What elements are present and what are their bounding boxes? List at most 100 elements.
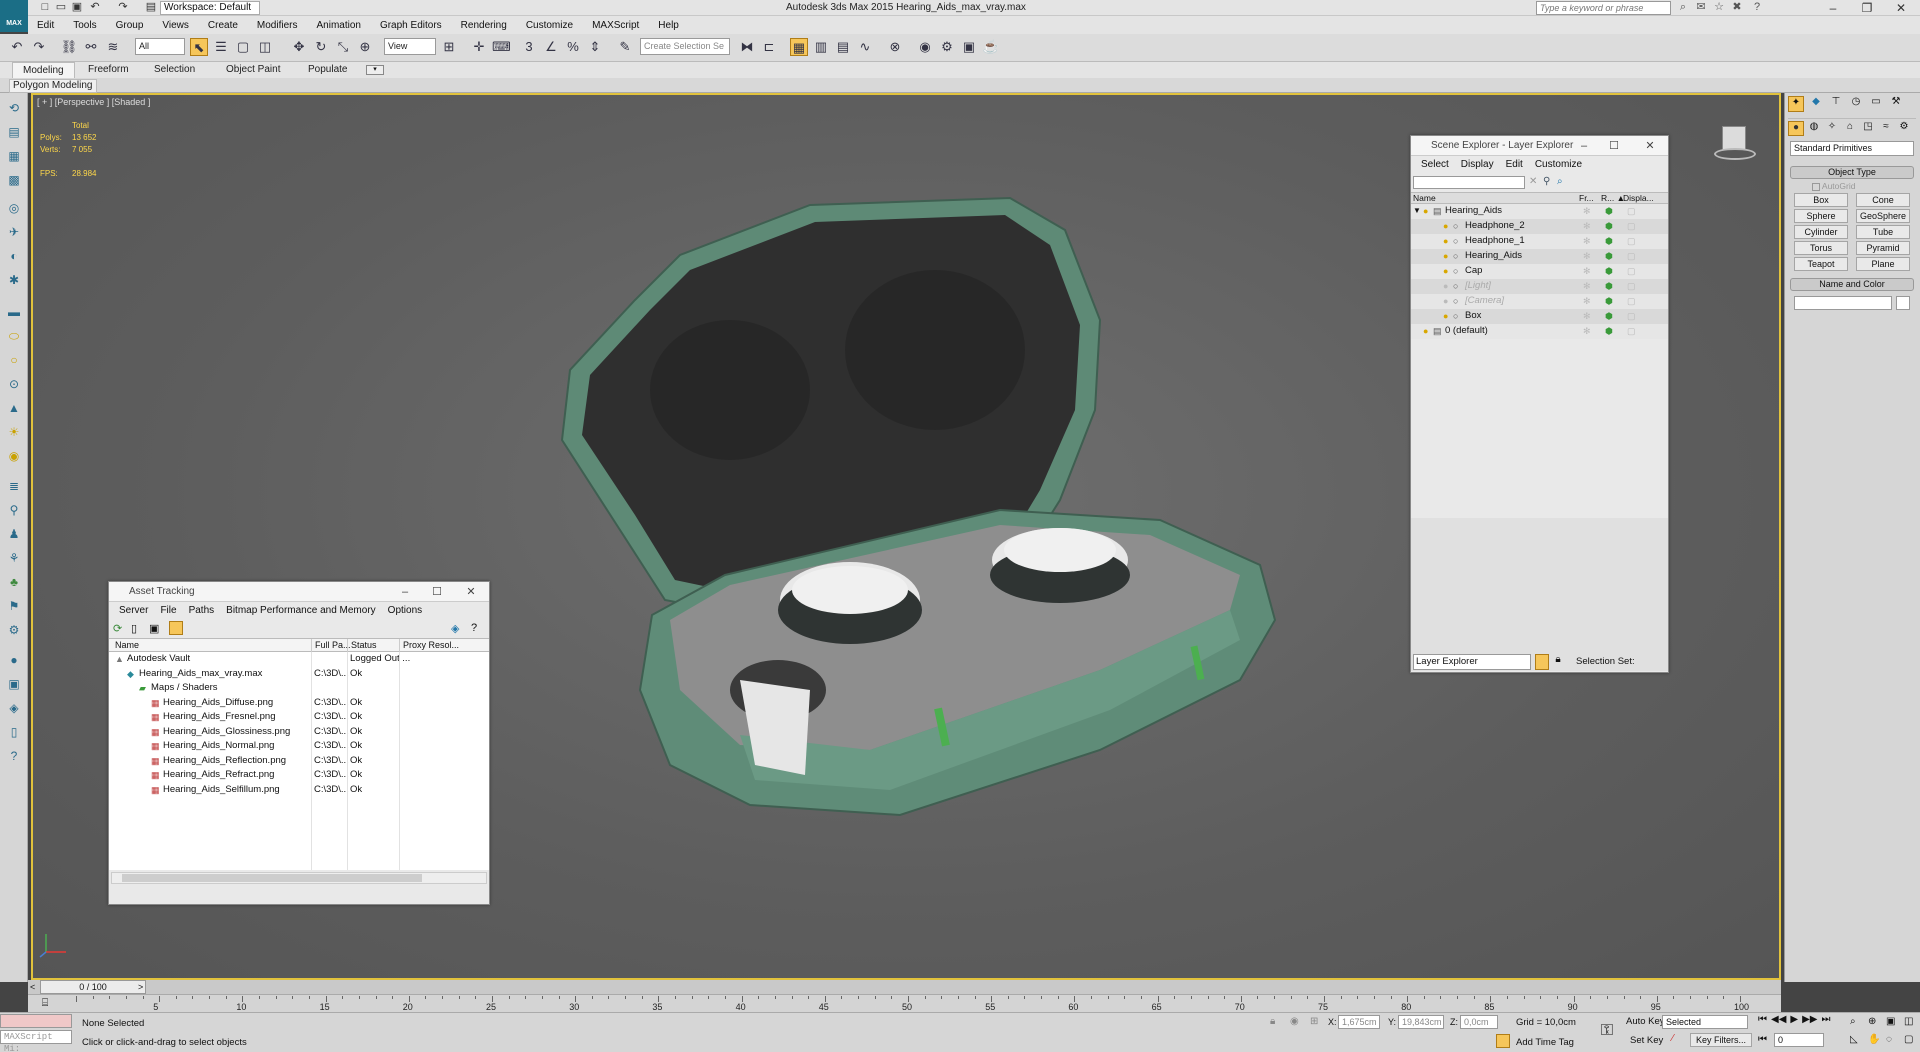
cameras-icon[interactable]: ⌂ (1842, 121, 1858, 136)
create-tab-icon[interactable]: ✦ (1788, 96, 1804, 112)
at-menu-bitmap-performance[interactable]: Bitmap Performance and Memory (220, 602, 382, 620)
menu-help[interactable]: Help (649, 20, 689, 31)
col-proxy-resolution[interactable]: Proxy Resol... (399, 639, 459, 652)
unlink-icon[interactable]: ⚯ (82, 38, 100, 56)
menu-customize[interactable]: Customize (517, 20, 583, 31)
ellipse-icon[interactable]: ⬭ (6, 328, 22, 344)
maximize-icon[interactable]: ☐ (1602, 136, 1626, 156)
workspace-dropdown[interactable]: Workspace: Default (160, 1, 260, 15)
select-object-icon[interactable]: ⬉ (190, 38, 208, 56)
motion-tab-icon[interactable]: ◷ (1848, 96, 1864, 112)
field-of-view-icon[interactable]: ◺ (1850, 1034, 1866, 1050)
scene-tree-row[interactable]: ● ○ Hearing_Aids ✻ ⬢ ▢ (1411, 249, 1668, 264)
filter-icon[interactable]: ⚲ (1543, 176, 1550, 187)
menu-edit[interactable]: Edit (28, 20, 64, 31)
freeze-icon[interactable]: ✻ (1583, 294, 1591, 309)
primitive-category-dropdown[interactable]: Standard Primitives (1790, 141, 1914, 156)
reference-coordinate-dropdown[interactable]: View (384, 38, 436, 55)
display-icon[interactable]: ▢ (1627, 279, 1636, 294)
redo-icon[interactable]: ↷ (30, 38, 48, 56)
freeze-icon[interactable]: ✻ (1583, 324, 1591, 339)
percent-snap-icon[interactable]: % (564, 38, 582, 56)
add-time-tag-button[interactable]: Add Time Tag (1516, 1037, 1574, 1048)
go-to-end-icon[interactable]: ⏭ (1821, 1014, 1830, 1030)
layer-manager-icon[interactable]: ▥ (812, 38, 830, 56)
viewport-label[interactable]: [ + ] [Perspective ] [Shaded ] (37, 97, 150, 107)
col-status[interactable]: Status (347, 639, 377, 652)
help-icon[interactable]: ? (1750, 1, 1764, 14)
asset-row[interactable]: ▦ Hearing_Aids_Diffuse.png C:\3D\... Ok (109, 696, 489, 711)
prev-frame-arrow[interactable]: < (30, 980, 38, 994)
helpers-icon[interactable]: ◳ (1860, 121, 1876, 136)
align-icon[interactable]: ⊏ (760, 38, 778, 56)
freeze-icon[interactable]: ✻ (1583, 219, 1591, 234)
zoom-icon[interactable]: ⌕ (1850, 1016, 1866, 1032)
menu-create[interactable]: Create (199, 20, 248, 31)
object-name-input[interactable] (1794, 296, 1892, 310)
selection-filter-dropdown[interactable]: All (135, 38, 185, 55)
menu-tools[interactable]: Tools (64, 20, 106, 31)
display-icon[interactable]: ▢ (1627, 234, 1636, 249)
freeze-icon[interactable]: ✻ (1583, 204, 1591, 219)
plane-icon[interactable]: ▬ (6, 304, 22, 320)
asset-row[interactable]: ▦ Hearing_Aids_Glossiness.png C:\3D\... Ok (109, 725, 489, 740)
schematic-view-icon[interactable]: ⊗ (886, 38, 904, 56)
time-slider-track[interactable] (28, 980, 1781, 994)
table-view-icon[interactable] (169, 621, 183, 635)
mirror-icon[interactable]: ⧓ (738, 38, 756, 56)
key-mode-toggle-icon[interactable]: ⏮ (1758, 1034, 1767, 1045)
ribbon-tab-selection[interactable]: Selection (144, 62, 205, 78)
asset-tracking-titlebar[interactable]: Asset Tracking – ☐ ✕ (109, 582, 489, 602)
col-display[interactable]: Displa... (1623, 193, 1654, 204)
col-render[interactable]: R... ▲ (1601, 193, 1625, 204)
plane-button[interactable]: Plane (1856, 257, 1910, 271)
autogrid-checkbox[interactable]: AutoGrid (1812, 181, 1855, 191)
time-tag-icon[interactable] (1496, 1034, 1510, 1048)
menu-rendering[interactable]: Rendering (452, 20, 517, 31)
freeze-icon[interactable]: ✻ (1583, 234, 1591, 249)
scene-tree-row[interactable]: ● ○ Headphone_2 ✻ ⬢ ▢ (1411, 219, 1668, 234)
display-icon[interactable]: ▢ (1627, 264, 1636, 279)
maxscript-listener-input[interactable] (0, 1014, 72, 1028)
display-icon[interactable]: ▢ (1627, 294, 1636, 309)
play-icon[interactable]: ▶ (1790, 1014, 1798, 1030)
tube-button[interactable]: Tube (1856, 225, 1910, 239)
list-view-icon[interactable]: ▯ (131, 622, 137, 635)
key-mode-dropdown[interactable]: Selected (1662, 1015, 1748, 1029)
asset-row[interactable]: ▦ Hearing_Aids_Normal.png C:\3D\... Ok (109, 739, 489, 754)
visibility-bulb-icon[interactable]: ● (1443, 234, 1448, 249)
polygon-modeling-panel[interactable]: Polygon Modeling (9, 79, 97, 93)
ribbon-tab-modeling[interactable]: Modeling (12, 62, 75, 78)
freeze-icon[interactable]: ✻ (1583, 279, 1591, 294)
cone-icon[interactable]: ▲ (6, 400, 22, 416)
stair-icon[interactable]: ≣ (6, 478, 22, 494)
asset-row[interactable]: ▦ Hearing_Aids_Selfillum.png C:\3D\... Ok (109, 783, 489, 798)
teapot-button[interactable]: Teapot (1794, 257, 1848, 271)
sphere-button[interactable]: Sphere (1794, 209, 1848, 223)
ribbon-tab-freeform[interactable]: Freeform (78, 62, 139, 78)
previous-frame-icon[interactable]: ◀◀ (1771, 1014, 1786, 1030)
mini-curve-editor-icon[interactable]: ⌸ (34, 994, 56, 1012)
col-name[interactable]: Name (115, 639, 139, 652)
asset-row[interactable]: ▦ Hearing_Aids_Reflection.png C:\3D\... Ok (109, 754, 489, 769)
display-tab-icon[interactable]: ▭ (1868, 96, 1884, 112)
x-coord-field[interactable]: 1,675cm (1338, 1015, 1380, 1029)
freeze-icon[interactable]: ✻ (1583, 249, 1591, 264)
renderable-icon[interactable]: ⬢ (1605, 279, 1613, 294)
lock-icon[interactable]: 🔒︎ (1551, 654, 1565, 670)
key-filter-icon[interactable]: ⁄ (1672, 1033, 1688, 1047)
bind-space-warp-icon[interactable]: ≋ (104, 38, 122, 56)
container-icon[interactable]: ⟲ (6, 100, 22, 116)
object-color-swatch[interactable] (1896, 296, 1910, 310)
visibility-bulb-icon[interactable]: ● (1443, 294, 1448, 309)
scene-tree-row[interactable]: ● ○ Cap ✻ ⬢ ▢ (1411, 264, 1668, 279)
at-menu-paths[interactable]: Paths (183, 602, 221, 620)
open-file-icon[interactable]: ▭ (54, 1, 68, 14)
scene-tree-row[interactable]: ● ○ Box ✻ ⬢ ▢ (1411, 309, 1668, 324)
dynamics-icon[interactable]: ⚙ (6, 622, 22, 638)
light-icon[interactable]: ◉ (6, 448, 22, 464)
at-menu-options[interactable]: Options (382, 602, 428, 620)
asset-row[interactable]: ▲ Autodesk Vault Logged Out ... (109, 652, 489, 667)
project-folder-icon[interactable]: ▤ (144, 1, 158, 14)
asset-row[interactable]: ▰ Maps / Shaders (109, 681, 489, 696)
